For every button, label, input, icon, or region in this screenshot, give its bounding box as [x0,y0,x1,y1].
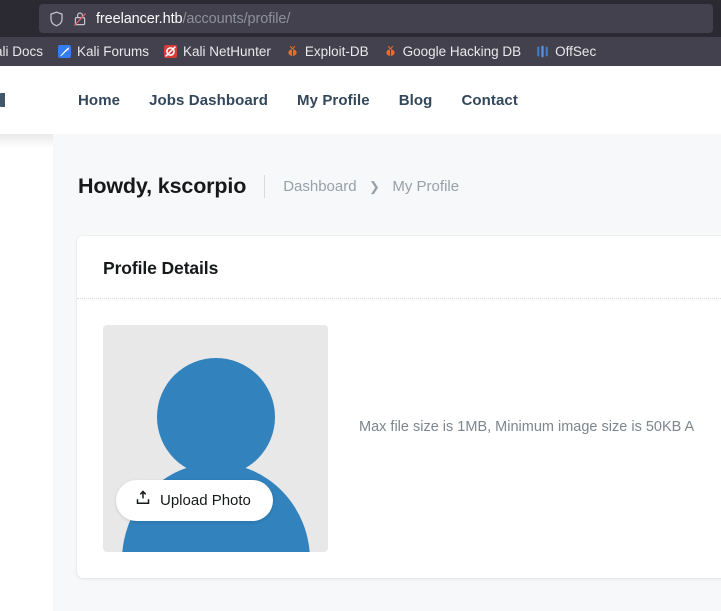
bookmark-label: ali Docs [0,44,44,59]
upload-photo-button[interactable]: Upload Photo [116,480,273,521]
site-logo[interactable] [0,93,5,107]
bookmarks-bar: ali Docs Kali Forums Kali NetHunter [0,37,721,66]
card-header: Profile Details [77,236,721,299]
user-avatar-placeholder-icon [156,358,275,476]
bookmark-exploit-db[interactable]: Exploit-DB [278,42,376,61]
nav-item-home[interactable]: Home [78,92,120,109]
card-body: Upload Photo Max file size is 1MB, Minim… [77,299,721,578]
page-header: Howdy, kscorpio Dashboard ❯ My Profile [53,134,721,199]
avatar[interactable]: Upload Photo [103,325,328,552]
upload-tray-icon [135,490,151,511]
nav-item-blog[interactable]: Blog [399,92,433,109]
profile-details-card: Profile Details Upload Photo Max file si… [77,236,721,578]
offsec-icon [535,44,550,59]
chevron-right-icon: ❯ [369,178,380,194]
bookmark-kali-docs[interactable]: ali Docs [0,42,50,61]
upload-help-column: Max file size is 1MB, Minimum image size… [359,325,721,435]
bookmark-label: Exploit-DB [304,44,369,59]
header-divider [264,175,266,198]
shield-icon[interactable] [49,11,64,27]
upload-help-text: Max file size is 1MB, Minimum image size… [359,419,695,435]
card-title: Profile Details [103,258,219,278]
bookmark-offsec[interactable]: OffSec [528,42,603,61]
site-navbar: Home Jobs Dashboard My Profile Blog Cont… [0,66,721,134]
url-bar[interactable]: freelancer.htb/accounts/profile/ [39,4,713,33]
bookmark-label: Kali Forums [77,44,150,59]
nav-item-my-profile[interactable]: My Profile [297,92,370,109]
browser-chrome: freelancer.htb/accounts/profile/ [0,0,721,37]
content-area: Howdy, kscorpio Dashboard ❯ My Profile P… [53,134,721,611]
bookmark-kali-nethunter[interactable]: Kali NetHunter [156,42,278,61]
upload-photo-label: Upload Photo [160,492,251,509]
bookmark-google-hacking-db[interactable]: Google Hacking DB [376,42,529,61]
lock-crossed-icon[interactable] [73,11,87,27]
bookmark-kali-forums[interactable]: Kali Forums [50,42,156,61]
nav-item-jobs-dashboard[interactable]: Jobs Dashboard [149,92,268,109]
url-text: freelancer.htb/accounts/profile/ [96,11,290,27]
breadcrumb-dashboard[interactable]: Dashboard [283,178,356,195]
bookmark-label: Kali NetHunter [183,44,271,59]
page-title: Howdy, kscorpio [78,174,247,198]
kali-nethunter-icon [163,44,178,59]
breadcrumb: Dashboard ❯ My Profile [283,178,459,196]
bookmark-label: Google Hacking DB [402,44,522,59]
google-hacking-db-icon [383,44,398,59]
nav-links: Home Jobs Dashboard My Profile Blog Cont… [78,92,518,109]
nav-item-contact[interactable]: Contact [461,92,518,109]
bookmark-label: OffSec [555,44,597,59]
page-viewport: Home Jobs Dashboard My Profile Blog Cont… [0,66,721,611]
url-path: /accounts/profile/ [182,10,291,27]
url-host: freelancer.htb [96,10,183,27]
kali-forums-icon [57,44,72,59]
exploit-db-icon [285,44,300,59]
breadcrumb-current: My Profile [392,177,460,195]
